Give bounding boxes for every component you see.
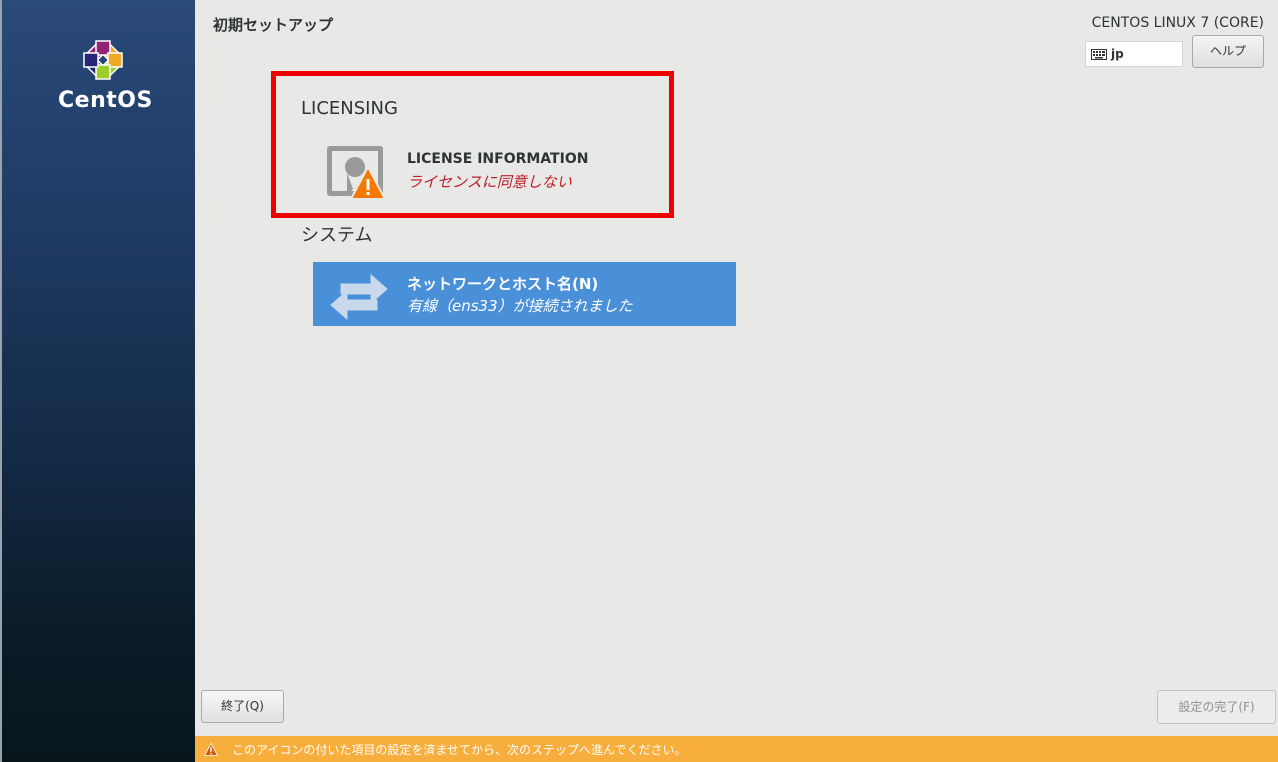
- warning-icon: [204, 742, 218, 756]
- spoke-status: 有線（ens33）が接続されました: [407, 297, 633, 315]
- centos-logo: CentOS: [58, 36, 152, 113]
- centos-logo-icon: [83, 40, 123, 80]
- spoke-status: ライセンスに同意しない: [407, 173, 572, 191]
- keyboard-layout-indicator[interactable]: jp: [1085, 41, 1183, 67]
- keyboard-layout-label: jp: [1111, 47, 1124, 61]
- keyboard-icon: [1091, 48, 1107, 60]
- page-title: 初期セットアップ: [213, 16, 334, 34]
- logo-text: CentOS: [58, 88, 153, 113]
- network-arrows-icon: [330, 274, 388, 320]
- main-content: 初期セットアップ CENTOS LINUX 7 (CORE) jp ヘルプ LI…: [195, 0, 1278, 762]
- spoke-license-information[interactable]: LICENSE INFORMATION ライセンスに同意しない: [325, 143, 625, 205]
- warning-text: このアイコンの付いた項目の設定を済ませてから、次のステップへ進んでください。: [232, 742, 687, 757]
- spoke-title: LICENSE INFORMATION: [407, 151, 589, 167]
- product-title: CENTOS LINUX 7 (CORE): [1091, 15, 1264, 31]
- warning-bar: このアイコンの付いた項目の設定を済ませてから、次のステップへ進んでください。: [195, 736, 1278, 762]
- help-button[interactable]: ヘルプ: [1192, 35, 1264, 68]
- spoke-network-hostname[interactable]: ネットワークとホスト名(N) 有線（ens33）が接続されました: [313, 262, 736, 326]
- finish-configuration-button[interactable]: 設定の完了(F): [1157, 690, 1276, 724]
- sidebar: CentOS: [0, 0, 195, 762]
- license-warning-icon: [327, 146, 387, 200]
- section-label-system: システム: [301, 225, 373, 246]
- spoke-title: ネットワークとホスト名(N): [407, 275, 599, 293]
- quit-button[interactable]: 終了(Q): [201, 690, 284, 723]
